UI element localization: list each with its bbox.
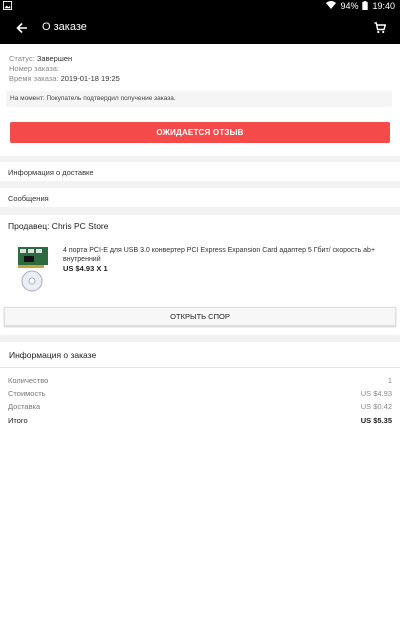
- battery-icon: [362, 0, 369, 12]
- quantity-value: 1: [387, 376, 392, 385]
- order-notice: На момент: Покупатель подтвердил получен…: [6, 91, 392, 107]
- back-arrow-icon: [16, 22, 27, 34]
- status-label: Статус:: [9, 54, 35, 63]
- cost-label: Стоимость: [8, 389, 46, 398]
- delivery-info-row[interactable]: Информация о доставке: [0, 162, 400, 181]
- battery-percent: 94%: [340, 1, 359, 11]
- status-bar: 94% 19:40: [0, 0, 400, 12]
- cost-value: US $4.93: [360, 389, 392, 398]
- shipping-value: US $0.42: [360, 402, 392, 411]
- delivery-info-label: Информация о доставке: [8, 168, 94, 177]
- photo-icon: [3, 1, 12, 12]
- quantity-row: Количество 1: [8, 376, 392, 385]
- status-row: Статус: Завершен: [9, 54, 72, 63]
- total-label: Итого: [8, 416, 28, 425]
- seller-card: Продавец: Chris PC Store 4 порта PCI-E д…: [0, 215, 400, 335]
- cart-button[interactable]: [370, 18, 390, 38]
- product-title[interactable]: 4 порта PCI-E для USB 3.0 конвертер PCI …: [63, 246, 381, 264]
- divider: [0, 367, 400, 368]
- cart-icon: [374, 22, 386, 34]
- awaiting-review-button[interactable]: ОЖИДАЕТСЯ ОТЗЫВ: [10, 122, 390, 143]
- status-value: Завершен: [36, 54, 73, 63]
- app-bar: О заказе: [0, 12, 400, 44]
- shipping-label: Доставка: [8, 402, 41, 411]
- order-time-row: Время заказа: 2019-01-18 19:25: [9, 74, 120, 83]
- page-title: О заказе: [42, 21, 87, 33]
- open-dispute-button[interactable]: ОТКРЫТЬ СПОР: [4, 307, 396, 326]
- wifi-icon: [326, 1, 337, 11]
- order-number-label: Номер заказа:: [9, 64, 60, 73]
- order-time-value: 2019-01-18 19:25: [60, 74, 120, 83]
- seller-name[interactable]: Продавец: Chris PC Store: [8, 221, 109, 231]
- shipping-row: Доставка US $0.42: [8, 402, 392, 411]
- back-button[interactable]: [12, 18, 32, 38]
- product-image[interactable]: [12, 239, 52, 295]
- order-number-row: Номер заказа:: [9, 64, 59, 73]
- order-info-card: Информация о заказе Количество 1 Стоимос…: [0, 342, 400, 640]
- messages-label: Сообщения: [8, 194, 49, 203]
- order-time-label: Время заказа:: [9, 74, 59, 83]
- quantity-label: Количество: [8, 376, 49, 385]
- product-price: US $4.93 X 1: [63, 264, 108, 273]
- total-row: Итого US $5.35: [8, 416, 392, 425]
- order-info-title: Информация о заказе: [9, 350, 97, 360]
- messages-row[interactable]: Сообщения: [0, 188, 400, 207]
- total-value: US $5.35: [360, 416, 392, 425]
- order-status-card: Статус: Завершен Номер заказа: Время зак…: [0, 44, 400, 156]
- cost-row: Стоимость US $4.93: [8, 389, 392, 398]
- clock: 19:40: [372, 1, 395, 11]
